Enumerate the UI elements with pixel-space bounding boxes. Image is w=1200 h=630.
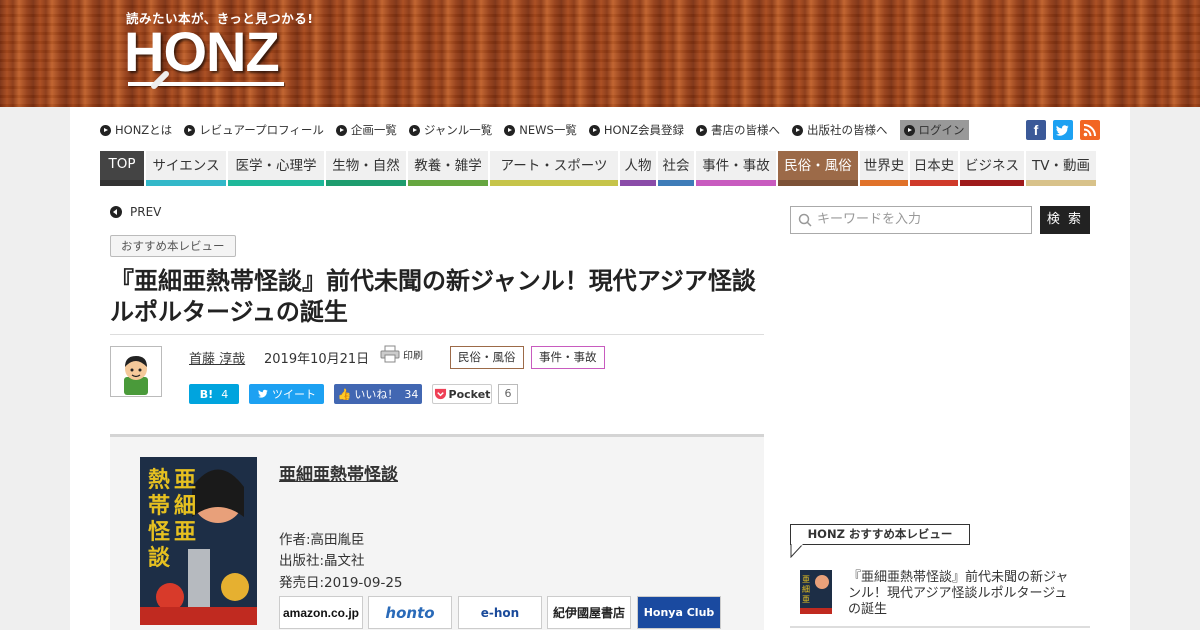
speech-tail-icon (790, 544, 804, 558)
header-banner: 読みたい本が、きっと見つかる! HONZ (0, 0, 1200, 107)
pocket-icon (434, 388, 446, 400)
svg-text:帯: 帯 (148, 493, 170, 519)
post-date: 2019年10月21日 (264, 352, 370, 367)
arrow-circle-icon (100, 124, 111, 136)
printer-icon (380, 345, 400, 363)
tab-people[interactable]: 人物 (620, 151, 656, 186)
tab-culture[interactable]: 教養・雑学 (408, 151, 488, 186)
recommended-label: HONZ おすすめ本レビュー (790, 524, 970, 545)
tab-incidents[interactable]: 事件・事故 (696, 151, 776, 186)
author-avatar[interactable] (110, 346, 162, 397)
facebook-like-button[interactable]: 👍 いいね！ 34 (334, 384, 422, 404)
prev-link[interactable]: PREV (110, 205, 161, 219)
arrow-circle-icon (335, 124, 347, 136)
tab-top[interactable]: TOP (100, 151, 144, 186)
article-title: 『亜細亜熱帯怪談』前代未聞の新ジャンル！現代アジア怪談ルポルタージュの誕生 (110, 267, 756, 326)
svg-text:熱: 熱 (148, 467, 170, 493)
tab-folklore[interactable]: 民俗・風俗 (778, 151, 858, 186)
search-button[interactable]: 検 索 (1040, 206, 1090, 234)
tab-science[interactable]: サイエンス (146, 151, 226, 186)
pocket-count: 6 (498, 384, 518, 404)
svg-text:細: 細 (802, 584, 810, 594)
svg-text:談: 談 (148, 545, 171, 571)
tab-tv-video[interactable]: TV・動画 (1026, 151, 1096, 186)
svg-text:細: 細 (174, 493, 196, 519)
nav-about[interactable]: HONZとは (100, 122, 172, 138)
shop-honyaclub[interactable]: Honya Club (637, 596, 721, 629)
top-nav: HONZとは レビュアープロフィール 企画一覧 ジャンル一覧 NEWS一覧 HO… (100, 120, 981, 140)
tab-japan-history[interactable]: 日本史 (910, 151, 958, 186)
arrow-circle-icon (184, 124, 196, 136)
nav-projects[interactable]: 企画一覧 (335, 122, 397, 138)
nav-register[interactable]: HONZ会員登録 (588, 122, 684, 138)
tab-art-sports[interactable]: アート・スポーツ (490, 151, 618, 186)
pocket-button[interactable]: Pocket (432, 384, 492, 404)
tag-incidents[interactable]: 事件・事故 (531, 346, 605, 369)
review-badge[interactable]: おすすめ本レビュー (110, 235, 236, 257)
search-icon (798, 213, 812, 227)
shop-ehon[interactable]: e-hon (458, 596, 542, 629)
svg-text:怪: 怪 (148, 520, 171, 545)
nav-publishers[interactable]: 出版社の皆様へ (792, 122, 888, 138)
book-release-date: 発売日:2019-09-25 (279, 575, 403, 591)
thumbs-up-icon: 👍 (337, 387, 352, 401)
arrow-circle-icon (696, 124, 708, 136)
login-button[interactable]: ログイン (899, 120, 969, 140)
tag-folklore[interactable]: 民俗・風俗 (450, 346, 524, 369)
print-button[interactable]: 印刷 (380, 345, 423, 363)
tweet-button[interactable]: ツイート (249, 384, 324, 404)
recommended-thumb[interactable]: 亜細亜 (800, 570, 832, 614)
divider (110, 334, 764, 335)
hatena-bookmark-button[interactable]: B! 4 (189, 384, 239, 404)
nav-genres[interactable]: ジャンル一覧 (408, 122, 492, 138)
arrow-left-circle-icon (110, 206, 122, 218)
book-title-link[interactable]: 亜細亜熱帯怪談 (279, 460, 398, 485)
book-cover[interactable]: 熱 帯 怪 談 亜 細 亜 (140, 457, 257, 625)
tab-business[interactable]: ビジネス (960, 151, 1024, 186)
twitter-bird-icon (258, 389, 268, 398)
tab-world-history[interactable]: 世界史 (860, 151, 908, 186)
nav-bookstores[interactable]: 書店の皆様へ (696, 122, 780, 138)
rss-icon[interactable] (1080, 120, 1100, 140)
shop-kinokuniya[interactable]: 紀伊國屋書店 (547, 596, 631, 629)
svg-text:亜: 亜 (802, 595, 810, 604)
book-publisher: 出版社:晶文社 (279, 553, 365, 569)
arrow-circle-icon (903, 124, 915, 136)
shop-honto[interactable]: honto (368, 596, 452, 629)
tab-society[interactable]: 社会 (658, 151, 694, 186)
svg-text:亜: 亜 (802, 575, 810, 584)
shop-amazon[interactable]: amazon.co.jp (279, 596, 363, 629)
search-input[interactable]: キーワードを入力 (790, 206, 1032, 234)
category-bar: TOP サイエンス 医学・心理学 生物・自然 教養・雑学 アート・スポーツ 人物… (100, 151, 1098, 186)
facebook-icon[interactable]: f (1026, 120, 1046, 140)
arrow-circle-icon (792, 124, 804, 136)
svg-text:亜: 亜 (174, 520, 196, 545)
twitter-icon[interactable] (1053, 120, 1073, 140)
tab-medicine[interactable]: 医学・心理学 (228, 151, 324, 186)
tab-nature[interactable]: 生物・自然 (326, 151, 406, 186)
arrow-circle-icon (588, 124, 600, 136)
author-link[interactable]: 首藤 淳哉 (189, 348, 245, 367)
arrow-circle-icon (408, 124, 420, 136)
book-author: 作者:高田胤臣 (279, 532, 365, 548)
nav-news[interactable]: NEWS一覧 (504, 122, 577, 138)
nav-reviewers[interactable]: レビュアープロフィール (184, 122, 324, 138)
magnifier-icon (151, 71, 169, 89)
recommended-title-link[interactable]: 『亜細亜熱帯怪談』前代未聞の新ジャンル！現代アジア怪談ルポルタージュの誕生 (848, 570, 1080, 618)
divider (790, 626, 1090, 628)
arrow-circle-icon (504, 124, 516, 136)
svg-text:亜: 亜 (174, 468, 196, 493)
